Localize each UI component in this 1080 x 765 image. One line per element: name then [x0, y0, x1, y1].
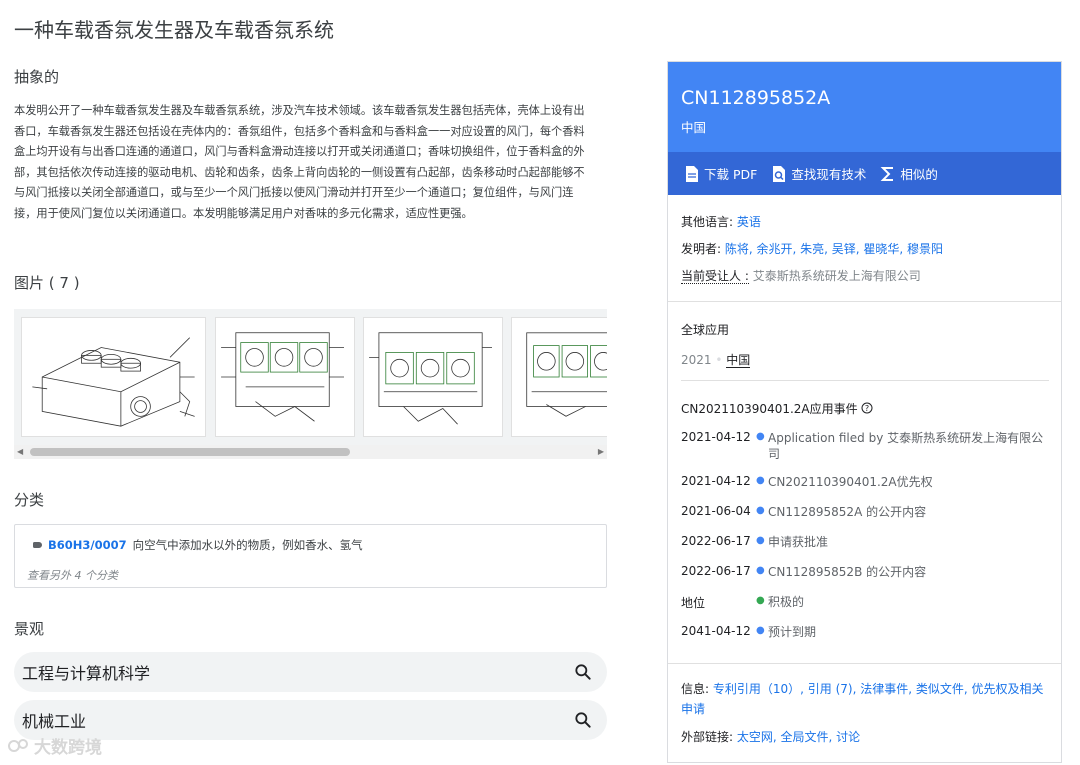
- assignee-value: 艾泰斯热系统研发上海有限公司: [752, 269, 921, 283]
- watermark-logo-icon: [8, 738, 28, 752]
- timeline-dot: ●: [756, 431, 765, 442]
- download-pdf-button[interactable]: 下载 PDF: [684, 164, 757, 183]
- panel-header: CN112895852A 中国 下载 PDF 查找现有技术 相似的: [668, 62, 1061, 195]
- device-drawing-icon: [32, 337, 195, 427]
- event-row: 2022-06-17 ● 申请获批准: [681, 534, 829, 549]
- classification-description: 向空气中添加水以外的物质，例如香水、氢气: [132, 538, 363, 552]
- worldwide-applications-heading: 全球应用: [681, 323, 730, 337]
- watermark-text: 大数跨境: [34, 738, 102, 758]
- prior-art-search-icon: [773, 165, 786, 182]
- section-drawing-icon: [526, 332, 607, 417]
- classification-code-link[interactable]: B60H3/0007: [48, 538, 127, 552]
- more-classifications-link[interactable]: 查看另外 4 个分类: [27, 567, 118, 583]
- images-heading: 图片 ( 7 ): [14, 274, 80, 292]
- section-divider: [668, 663, 1061, 664]
- drawing-thumbnail[interactable]: [363, 317, 503, 437]
- classification-box: B60H3/0007 向空气中添加水以外的物质，例如香水、氢气 查看另外 4 个…: [14, 524, 607, 588]
- other-language-link[interactable]: 英语: [737, 215, 761, 229]
- event-row: 2041-04-12 ● 预计到期: [681, 624, 817, 639]
- find-prior-art-button[interactable]: 查找现有技术: [771, 164, 866, 183]
- classification-heading: 分类: [14, 491, 45, 509]
- event-row: 2022-06-17 ● CN112895852B 的公开内容: [681, 564, 927, 579]
- landscape-item[interactable]: 工程与计算机科学: [14, 652, 607, 692]
- landscape-item[interactable]: 机械工业: [14, 700, 607, 740]
- timeline-dot: ●: [756, 505, 765, 516]
- section-drawing-icon: [221, 332, 344, 422]
- patent-info-panel: CN112895852A 中国 下载 PDF 查找现有技术 相似的 其他语言: …: [667, 61, 1062, 763]
- current-assignee: 当前受让人 : 艾泰斯热系统研发上海有限公司: [681, 269, 921, 284]
- status-value: 积极的: [768, 595, 805, 609]
- action-bar: 下载 PDF 查找现有技术 相似的: [668, 152, 1061, 195]
- status-dot: ●: [756, 595, 765, 606]
- publication-country: 中国: [681, 120, 707, 135]
- event-row: 2021-04-12 ● CN202110390401.2A优先权: [681, 474, 933, 489]
- section-drawing-icon: [369, 332, 492, 425]
- publication-number: CN112895852A: [681, 87, 831, 109]
- timeline-dot: ●: [756, 625, 765, 636]
- landscape-item-label: 工程与计算机科学: [22, 664, 151, 683]
- search-icon[interactable]: [573, 662, 593, 682]
- abstract-text: 本发明公开了一种车载香氛发生器及车载香氛系统，涉及汽车技术领域。该车载香氛发生器…: [14, 104, 585, 220]
- section-divider: [668, 301, 1061, 302]
- landscape-item-label: 机械工业: [22, 712, 87, 731]
- scroll-right-icon[interactable]: ▶: [598, 447, 604, 456]
- help-icon[interactable]: ?: [861, 402, 873, 414]
- abstract-heading: 抽象的: [14, 68, 60, 86]
- search-icon[interactable]: [573, 710, 593, 730]
- svg-text:?: ?: [865, 404, 869, 413]
- classification-row: B60H3/0007 向空气中添加水以外的物质，例如香水、氢气: [33, 537, 363, 553]
- status-row: 地位 ● 积极的: [681, 595, 805, 610]
- drawing-thumbnail[interactable]: [21, 317, 206, 437]
- event-row: 2021-06-04 ● CN112895852A 的公开内容: [681, 504, 927, 519]
- global-country-link[interactable]: 中国: [726, 353, 751, 368]
- inventors: 发明者: 陈将, 余兆开, 朱亮, 吴铎, 瞿晓华, 穆景阳: [681, 242, 944, 256]
- event-row: 2021-04-12 ● Application filed by 艾泰斯热系统…: [681, 430, 1044, 461]
- info-link-list[interactable]: 专利引用（10）, 引用 (7), 法律事件, 类似文件, 优先权及相关申请: [681, 682, 1043, 716]
- events-heading: CN202110390401.2A应用事件 ?: [681, 400, 873, 417]
- timeline-dot: ●: [756, 535, 765, 546]
- tag-icon: [33, 542, 42, 548]
- info-links: 信息: 专利引用（10）, 引用 (7), 法律事件, 类似文件, 优先权及相关…: [681, 682, 1044, 716]
- page-title: 一种车载香氛发生器及车载香氛系统: [14, 18, 334, 42]
- timeline-dot: ●: [756, 565, 765, 576]
- separator-dot: •: [715, 353, 723, 367]
- other-languages: 其他语言: 英语: [681, 215, 761, 229]
- pdf-file-icon: [686, 165, 698, 182]
- watermark: 大数跨境: [8, 733, 102, 758]
- scroll-thumb[interactable]: [30, 448, 350, 456]
- section-divider: [681, 380, 1049, 381]
- main-column: 抽象的 本发明公开了一种车载香氛发生器及车载香氛系统，涉及汽车技术领域。该车载香…: [14, 66, 607, 740]
- similar-button[interactable]: 相似的: [880, 164, 938, 183]
- landscape-heading: 景观: [14, 620, 45, 638]
- image-gallery[interactable]: ◀ ▶: [14, 309, 607, 459]
- external-link-list[interactable]: 太空网, 全局文件, 讨论: [737, 730, 860, 744]
- inventors-links[interactable]: 陈将, 余兆开, 朱亮, 吴铎, 瞿晓华, 穆景阳: [725, 242, 943, 256]
- drawing-thumbnail[interactable]: [511, 317, 607, 437]
- drawing-thumbnail[interactable]: [215, 317, 355, 437]
- sigma-icon: [880, 166, 894, 181]
- timeline-dot: ●: [756, 475, 765, 486]
- gallery-scrollbar[interactable]: ◀ ▶: [14, 445, 607, 459]
- worldwide-application-row: 2021 • 中国: [681, 353, 751, 368]
- scroll-left-icon[interactable]: ◀: [17, 447, 23, 456]
- external-links: 外部链接: 太空网, 全局文件, 讨论: [681, 730, 861, 744]
